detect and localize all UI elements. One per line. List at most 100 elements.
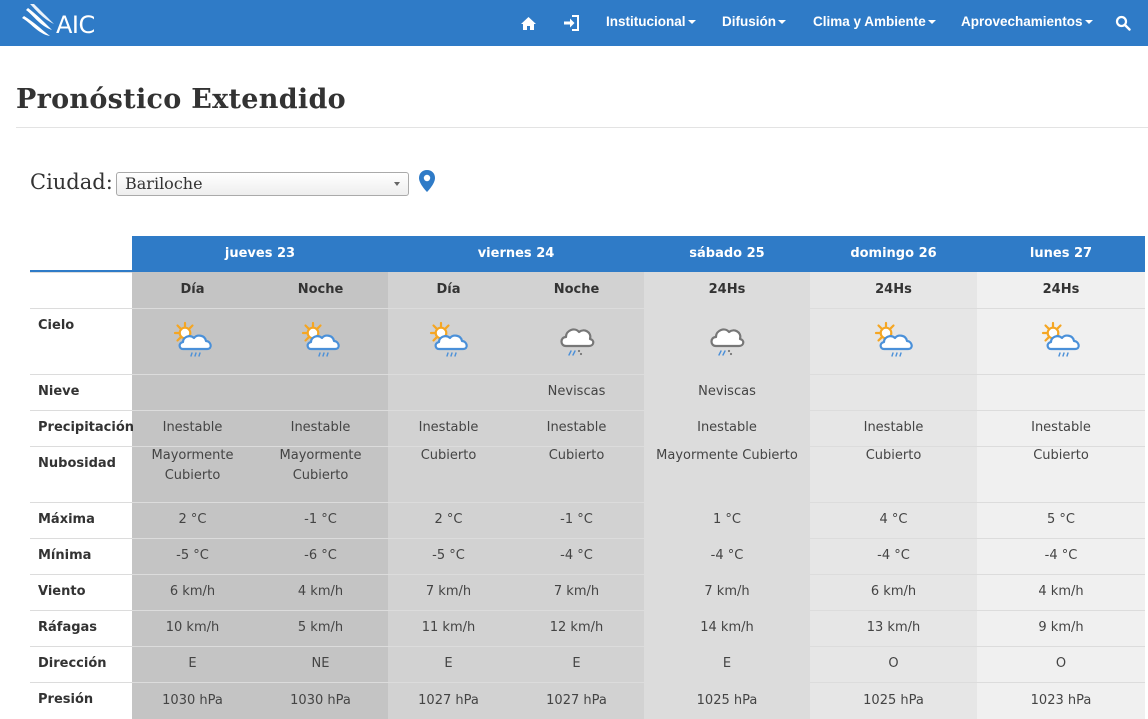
city-select-value: Bariloche (125, 174, 203, 193)
cell-maxima: -1 °C (304, 512, 337, 528)
period-label: 24Hs (875, 282, 912, 298)
cell-rafagas: 10 km/h (165, 620, 220, 636)
cell-nieve: Neviscas (547, 384, 606, 400)
city-select[interactable]: Bariloche (116, 172, 409, 196)
cloud-snow-icon (509, 308, 644, 374)
login-icon[interactable] (561, 13, 581, 33)
search-icon[interactable] (1113, 13, 1133, 33)
cell-minima: -4 °C (560, 548, 593, 564)
cell-presion: 1025 hPa (696, 692, 758, 708)
period-label: Noche (553, 282, 600, 298)
cell-precipitacion: Inestable (697, 420, 757, 436)
cell-precipitacion: Inestable (418, 420, 479, 436)
cell-direccion: E (572, 656, 581, 672)
bird-logo-icon (22, 4, 54, 36)
day-header: jueves 23 (224, 246, 296, 262)
cell-direccion: NE (311, 656, 330, 672)
period-label: Noche (297, 282, 344, 298)
cell-nubosidad: Mayormente Cubierto (151, 448, 234, 483)
chevron-down-icon (687, 20, 696, 25)
day-header: sábado 25 (689, 246, 765, 262)
cell-maxima: 2 °C (178, 512, 207, 528)
period-label: 24Hs (708, 282, 746, 298)
row-label-cielo: Cielo (38, 318, 75, 333)
day-header: viernes 24 (477, 246, 555, 262)
chevron-down-icon (778, 20, 786, 25)
home-icon[interactable] (518, 13, 538, 33)
sun-cloud-rain-icon (132, 308, 253, 374)
cell-viento: 4 km/h (297, 584, 344, 600)
cell-nieve (132, 374, 253, 410)
row-label-nubosidad: Nubosidad (38, 456, 116, 471)
cell-presion: 1027 hPa (546, 692, 607, 708)
cell-presion: 1030 hPa (162, 692, 223, 708)
cell-direccion: O (888, 656, 899, 672)
cell-viento: 6 km/h (870, 584, 917, 600)
page-title: Pronóstico Extendido (16, 84, 346, 115)
cell-presion: 1030 hPa (290, 692, 351, 708)
row-label-precipitacion: Precipitación (38, 420, 135, 435)
cell-minima: -4 °C (877, 548, 910, 564)
cell-nieve: Neviscas (698, 384, 756, 400)
row-label-rafagas: Ráfagas (38, 620, 98, 635)
cell-nubosidad: Cubierto (865, 448, 922, 463)
cell-rafagas: 13 km/h (866, 620, 921, 636)
cell-nubosidad: Cubierto (1033, 448, 1089, 463)
cell-direccion: E (188, 656, 197, 672)
day-header: domingo 26 (850, 246, 937, 262)
chevron-down-icon (394, 182, 400, 186)
cell-nieve (810, 374, 977, 410)
row-label-viento: Viento (38, 584, 86, 599)
cell-minima: -4 °C (1044, 548, 1078, 564)
city-label: Ciudad: (30, 170, 113, 194)
nav-institucional[interactable]: Institucional (606, 14, 696, 29)
top-navbar: AIC Institucional Difusión Clima y Ambie… (0, 0, 1148, 46)
nav-difusion[interactable]: Difusión (722, 14, 786, 29)
chevron-down-icon (1084, 20, 1093, 25)
cell-maxima: 5 °C (1047, 512, 1075, 528)
row-label-minima: Mínima (38, 548, 92, 563)
cell-maxima: 1 °C (713, 512, 741, 528)
row-divider (30, 272, 132, 273)
cell-nubosidad: Cubierto (420, 448, 477, 463)
cell-minima: -4 °C (710, 548, 744, 564)
cell-precipitacion: Inestable (1031, 420, 1091, 436)
cell-direccion: E (722, 656, 732, 672)
cell-nieve (253, 374, 388, 410)
cell-viento: 4 km/h (1038, 584, 1084, 600)
nav-clima-ambiente[interactable]: Clima y Ambiente (813, 14, 936, 29)
cell-presion: 1025 hPa (863, 692, 924, 708)
cell-rafagas: 9 km/h (1038, 620, 1084, 636)
cell-viento: 7 km/h (425, 584, 472, 600)
logo-text: AIC (56, 11, 95, 39)
cell-presion: 1023 hPa (1030, 692, 1092, 708)
cell-nieve (977, 374, 1145, 410)
period-label: Día (180, 282, 205, 298)
title-divider (16, 127, 1148, 128)
period-label: 24Hs (1042, 282, 1080, 298)
period-label: Día (436, 282, 461, 298)
cell-presion: 1027 hPa (418, 692, 479, 708)
cell-viento: 7 km/h (704, 584, 750, 600)
cloud-snow-icon (644, 308, 810, 374)
map-marker-icon[interactable] (417, 169, 437, 197)
cell-maxima: -1 °C (560, 512, 593, 528)
sun-cloud-rain-icon (810, 308, 977, 374)
cell-nubosidad: Mayormente Cubierto (279, 448, 362, 483)
cell-viento: 6 km/h (169, 584, 216, 600)
cell-precipitacion: Inestable (863, 420, 924, 436)
row-label-direccion: Dirección (38, 656, 107, 671)
aic-logo[interactable]: AIC (20, 4, 110, 42)
cell-rafagas: 11 km/h (421, 620, 476, 636)
cell-nubosidad: Mayormente Cubierto (656, 448, 798, 463)
cell-direccion: E (444, 656, 453, 672)
cell-precipitacion: Inestable (290, 420, 351, 436)
cell-maxima: 2 °C (434, 512, 463, 528)
sun-cloud-rain-icon (977, 308, 1145, 374)
sun-cloud-rain-icon (253, 308, 388, 374)
nav-aprovechamientos[interactable]: Aprovechamientos (961, 14, 1093, 29)
cell-precipitacion: Inestable (546, 420, 607, 436)
row-label-presion: Presión (38, 692, 94, 707)
row-label-maxima: Máxima (38, 512, 95, 527)
cell-rafagas: 14 km/h (700, 620, 754, 636)
